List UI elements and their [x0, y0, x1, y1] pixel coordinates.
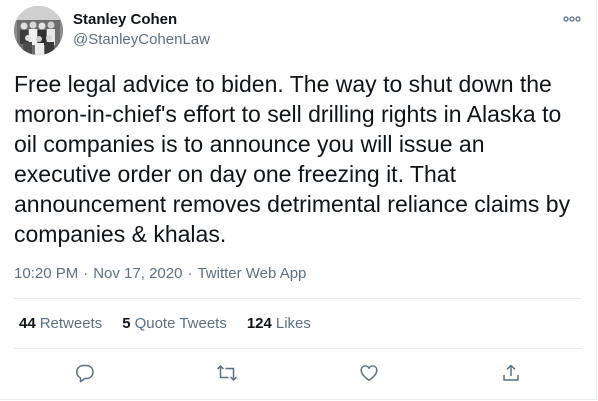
quote-tweets-count: 5	[122, 315, 131, 332]
likes-count: 124	[246, 315, 272, 332]
retweets-label: Retweets	[39, 315, 103, 332]
share-icon[interactable]	[498, 360, 524, 386]
quote-tweets-stat[interactable]: 5 Quote Tweets	[122, 315, 227, 332]
author-handle[interactable]: @StanleyCohenLaw	[73, 31, 210, 48]
action-bar	[0, 360, 597, 386]
avatar[interactable]	[14, 6, 63, 55]
retweets-stat[interactable]: 44 Retweets	[19, 315, 102, 332]
likes-label: Likes	[275, 315, 311, 332]
avatar-photo	[14, 6, 63, 55]
tweet-text: Free legal advice to biden. The way to s…	[14, 71, 571, 247]
heart-icon[interactable]	[356, 360, 382, 386]
divider	[14, 298, 582, 299]
retweets-count: 44	[19, 315, 36, 332]
tweet-card: Stanley Cohen @StanleyCohenLaw Free lega…	[0, 0, 597, 400]
tweet-date[interactable]: Nov 17, 2020	[93, 265, 182, 282]
author-name[interactable]: Stanley Cohen	[73, 11, 177, 28]
tweet-meta: 10:20 PM · Nov 17, 2020 · Twitter Web App	[14, 265, 306, 282]
reply-icon[interactable]	[72, 360, 98, 386]
divider	[14, 348, 582, 349]
tweet-time[interactable]: 10:20 PM	[14, 265, 78, 282]
likes-stat[interactable]: 124 Likes	[247, 315, 311, 332]
quote-tweets-label: Quote Tweets	[134, 315, 227, 332]
more-options-icon[interactable]	[559, 8, 585, 30]
retweet-icon[interactable]	[214, 360, 240, 386]
meta-separator: ·	[187, 265, 193, 282]
tweet-source[interactable]: Twitter Web App	[197, 265, 306, 282]
engagement-stats: 44 Retweets 5 Quote Tweets 124 Likes	[19, 315, 331, 332]
meta-separator: ·	[83, 265, 89, 282]
